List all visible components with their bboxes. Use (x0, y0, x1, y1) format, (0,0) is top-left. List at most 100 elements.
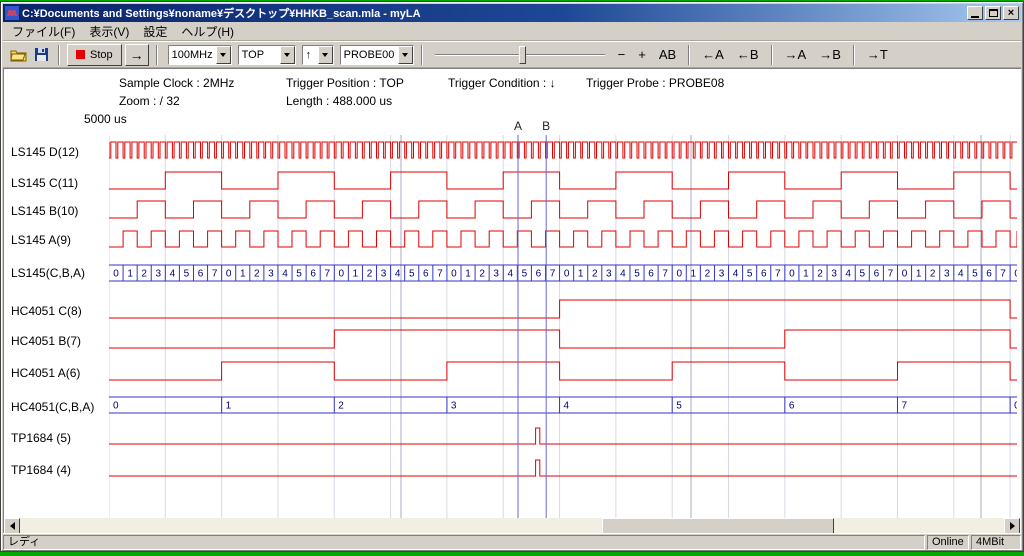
svg-text:6: 6 (761, 269, 767, 280)
svg-text:2: 2 (592, 269, 598, 280)
toolbar-separator (58, 45, 60, 65)
svg-text:0: 0 (339, 269, 345, 280)
trigger-probe-info: Trigger Probe : PROBE08 (586, 76, 724, 90)
menu-view[interactable]: 表示(V) (82, 21, 136, 42)
window-title: C:¥Documents and Settings¥noname¥デスクトップ¥… (22, 5, 965, 21)
svg-text:0: 0 (789, 269, 795, 280)
probe-combo[interactable]: PROBE00 (340, 45, 414, 65)
toolbar-separator (771, 45, 773, 65)
channel-label: TP1684 (5) (11, 430, 71, 446)
svg-text:1: 1 (240, 269, 246, 280)
svg-text:6: 6 (310, 269, 316, 280)
svg-text:7: 7 (1000, 269, 1006, 280)
scroll-right-button[interactable] (1004, 518, 1020, 533)
dropdown-arrow-icon[interactable] (216, 46, 231, 64)
status-online: Online (927, 535, 969, 550)
scroll-track[interactable] (20, 518, 1004, 533)
maximize-icon (989, 9, 998, 17)
svg-text:4: 4 (620, 269, 626, 280)
horizontal-scrollbar[interactable] (4, 518, 1020, 533)
trigger-position-combo[interactable]: TOP (238, 45, 296, 65)
toolbar-separator (421, 45, 423, 65)
zoom-in-button[interactable]: + (633, 45, 651, 64)
svg-text:7: 7 (212, 269, 218, 280)
svg-text:3: 3 (944, 269, 950, 280)
clock-combo-value: 100MHz (169, 49, 216, 61)
zoom-out-button[interactable]: − (613, 45, 631, 64)
edge-combo-value: ↑ (303, 49, 318, 61)
svg-text:4: 4 (958, 269, 964, 280)
status-bar: レディ Online 4MBit (3, 533, 1021, 549)
ab-button[interactable]: AB (654, 45, 681, 64)
svg-text:6: 6 (789, 401, 795, 412)
zoom-slider[interactable] (435, 44, 605, 66)
svg-text:0: 0 (1014, 269, 1017, 280)
svg-text:3: 3 (831, 269, 837, 280)
scroll-left-button[interactable] (4, 518, 20, 533)
menu-help[interactable]: ヘルプ(H) (174, 21, 241, 42)
svg-text:3: 3 (451, 401, 457, 412)
svg-text:3: 3 (155, 269, 161, 280)
toolbar-separator (156, 45, 158, 65)
zoom-info: Zoom : / 32 (119, 94, 180, 108)
svg-text:5: 5 (859, 269, 865, 280)
svg-text:0: 0 (113, 401, 119, 412)
channel-label: LS145 B(10) (11, 203, 78, 219)
goto-a-left-button[interactable]: ←A (697, 45, 729, 64)
menu-file[interactable]: ファイル(F) (5, 21, 82, 42)
stop-label: Stop (90, 49, 113, 61)
close-button[interactable]: × (1003, 6, 1019, 20)
title-bar[interactable]: C:¥Documents and Settings¥noname¥デスクトップ¥… (3, 4, 1021, 22)
probe-combo-value: PROBE00 (341, 49, 398, 61)
length-info: Length : 488.000 us (286, 94, 392, 108)
channel-label: LS145 A(9) (11, 232, 71, 248)
time-origin-label: 5000 us (84, 112, 127, 126)
svg-text:1: 1 (578, 269, 584, 280)
scroll-thumb[interactable] (602, 518, 834, 533)
svg-text:6: 6 (423, 269, 429, 280)
dropdown-arrow-icon[interactable] (318, 46, 333, 64)
marker-b-label: B (542, 119, 550, 133)
waveform-client-area: Sample Clock : 2MHz Trigger Position : T… (3, 68, 1021, 533)
run-button[interactable]: → (125, 44, 149, 66)
svg-text:6: 6 (986, 269, 992, 280)
dropdown-arrow-icon[interactable] (280, 46, 295, 64)
clock-combo[interactable]: 100MHz (168, 45, 232, 65)
floppy-disk-icon (34, 47, 49, 62)
waveform-plot: 0123456701234567012345670123456701234567… (109, 135, 1017, 520)
channel-label: HC4051 C(8) (11, 303, 82, 319)
stop-icon (76, 50, 85, 59)
goto-b-right-button[interactable]: →B (814, 45, 846, 64)
stop-button[interactable]: Stop (67, 44, 122, 66)
minimize-button[interactable] (967, 6, 983, 20)
open-file-button[interactable] (8, 45, 28, 65)
maximize-button[interactable] (985, 6, 1001, 20)
open-folder-icon (10, 48, 27, 62)
svg-text:6: 6 (648, 269, 654, 280)
svg-text:4: 4 (395, 269, 401, 280)
channel-label: HC4051 A(6) (11, 365, 80, 381)
menu-bar: ファイル(F) 表示(V) 設定 ヘルプ(H) (3, 22, 1021, 41)
menu-settings[interactable]: 設定 (136, 21, 174, 42)
svg-text:4: 4 (170, 269, 176, 280)
svg-text:3: 3 (606, 269, 612, 280)
svg-text:6: 6 (536, 269, 542, 280)
svg-text:2: 2 (930, 269, 936, 280)
svg-text:2: 2 (367, 269, 373, 280)
status-text: レディ (3, 535, 925, 550)
dropdown-arrow-icon[interactable] (398, 46, 413, 64)
right-triangle-icon (1010, 522, 1015, 530)
slider-thumb[interactable] (519, 46, 526, 64)
goto-trigger-button[interactable]: →T (862, 45, 893, 64)
svg-text:7: 7 (324, 269, 330, 280)
goto-a-right-button[interactable]: →A (780, 45, 812, 64)
svg-text:5: 5 (747, 269, 753, 280)
sample-clock-info: Sample Clock : 2MHz (119, 76, 234, 90)
save-file-button[interactable] (31, 45, 51, 65)
svg-text:5: 5 (676, 401, 682, 412)
edge-combo[interactable]: ↑ (302, 45, 334, 65)
goto-b-left-button[interactable]: ←B (732, 45, 764, 64)
svg-text:3: 3 (268, 269, 274, 280)
trigger-position-info: Trigger Position : TOP (286, 76, 404, 90)
svg-text:0: 0 (902, 269, 908, 280)
